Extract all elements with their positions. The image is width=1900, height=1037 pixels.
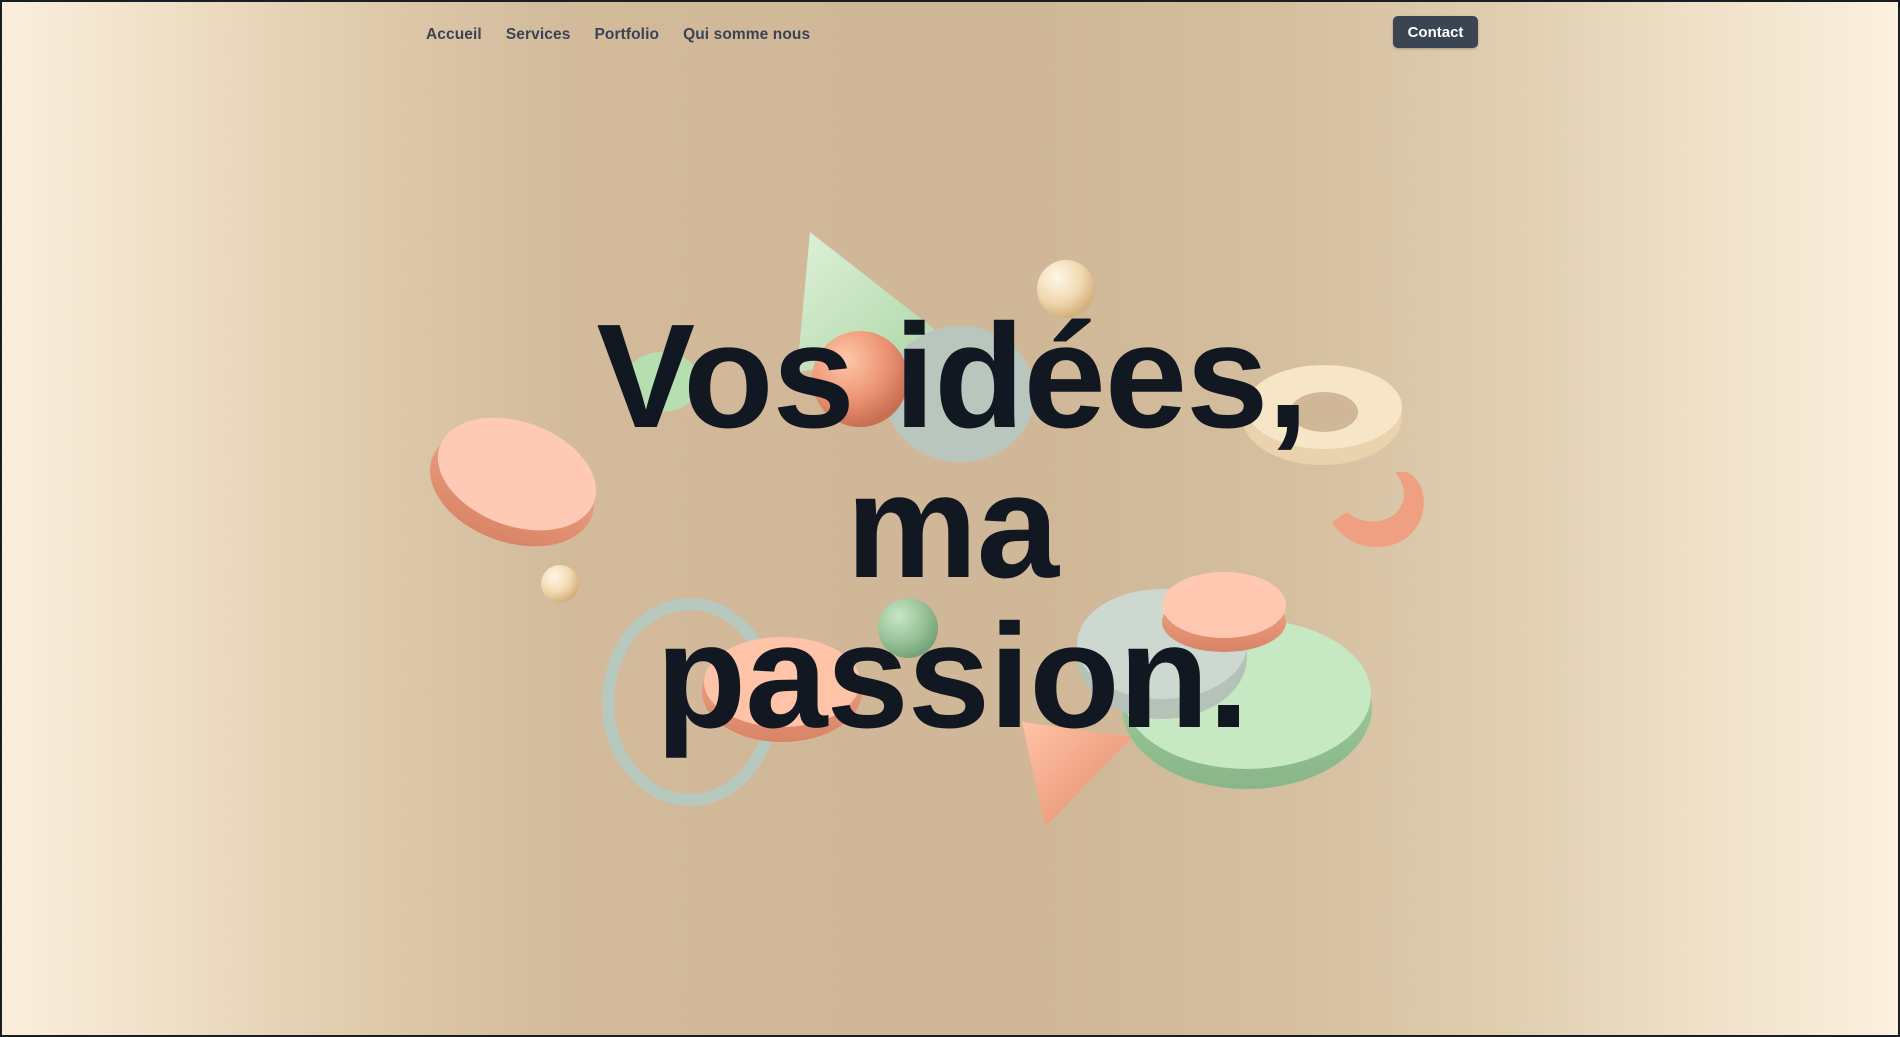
hero-line-1: Vos idées, (596, 294, 1308, 459)
hero-line-3: passion. (655, 594, 1249, 759)
hero-heading: Vos idées, ma passion. (452, 302, 1452, 752)
hero-line-2: ma (846, 444, 1059, 609)
